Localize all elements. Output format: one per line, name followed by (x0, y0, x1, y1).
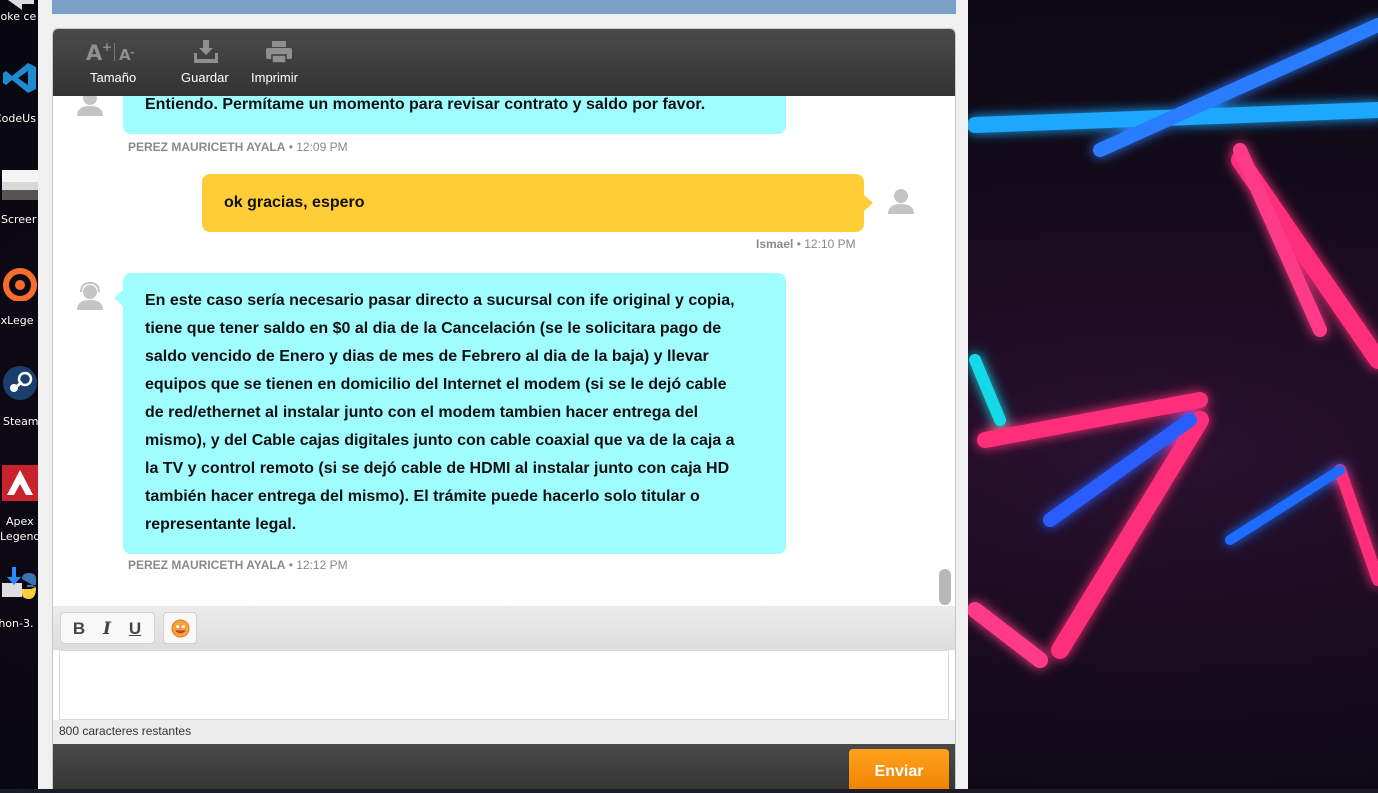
message-meta: Ismael • 12:10 PM (756, 237, 856, 251)
message-line: saldo vencido de Enero y dias de mes de … (145, 348, 709, 365)
message-line: representante legal. (145, 516, 297, 533)
composer-bottom-bar: Enviar (53, 744, 955, 792)
message-input[interactable] (59, 650, 949, 720)
counter-row: 800 caracteres restantes (53, 720, 955, 744)
message-line: también hacer entrega del mismo). El trá… (145, 488, 700, 505)
chat-window: A + A - Tamaño Guardar Imprimir Entiendo… (38, 0, 968, 793)
font-size-label: Tamaño (90, 70, 137, 85)
svg-text:+: + (102, 40, 112, 54)
screen-recorder-icon (2, 170, 38, 200)
send-button[interactable]: Enviar (849, 749, 949, 792)
printer-icon (266, 41, 292, 64)
desktop-icons: yoke ce CodeUs nScreer exLege Steam (0, 0, 40, 793)
message-time: • 12:09 PM (288, 140, 348, 154)
underline-button[interactable]: U (125, 619, 145, 639)
download-icon (194, 40, 218, 63)
font-size-icon: A + A - (86, 40, 135, 65)
message-line: de red/ethernet al instalar junto con el… (145, 404, 699, 421)
message-scrollbar-thumb[interactable] (939, 569, 951, 605)
chat-toolbar: A + A - Tamaño Guardar Imprimir (53, 29, 955, 96)
apex-legends-icon (2, 465, 38, 501)
window-top-bar (52, 0, 956, 14)
message-line: equipos que se tienen en domicilio del I… (145, 376, 727, 393)
user-bubble-tail (864, 195, 873, 211)
vscode-icon (3, 63, 36, 93)
message-time: • 12:10 PM (796, 237, 856, 251)
taskbar-edge (0, 789, 1378, 793)
message-list: Entiendo. Permítame un momento para revi… (53, 96, 955, 606)
user-avatar-icon (888, 189, 914, 214)
emoji-button[interactable] (163, 612, 197, 644)
svg-text:-: - (130, 46, 135, 59)
python-installer-icon (2, 567, 36, 599)
message-line: la TV y control remoto (si se dejó cable… (145, 460, 730, 477)
message-line: tiene que tener saldo en $0 al dia de la… (145, 320, 722, 337)
sender-name: Ismael (756, 237, 794, 251)
user-message-bubble: ok gracias, espero (202, 174, 864, 232)
agent-bubble-tail (114, 290, 123, 306)
agent-headset-avatar-icon (77, 281, 103, 310)
bold-button[interactable]: B (69, 619, 89, 639)
message-meta: PEREZ MAURICETH AYALA • 12:12 PM (128, 558, 348, 572)
message-text: Entiendo. Permítame un momento para revi… (145, 96, 706, 113)
save-label: Guardar (181, 70, 229, 85)
agent-message-bubble: En este caso sería necesario pasar direc… (123, 273, 786, 554)
origin-icon (3, 268, 37, 301)
message-time: • 12:12 PM (288, 558, 348, 572)
message-text: ok gracias, espero (224, 194, 365, 211)
text-format-group: B I U (60, 612, 155, 644)
characters-remaining: 800 caracteres restantes (59, 724, 192, 738)
sender-name: PEREZ MAURICETH AYALA (128, 558, 286, 572)
font-size-button[interactable]: A + A - Tamaño (78, 29, 148, 96)
smiley-icon (171, 619, 190, 638)
agent-avatar-icon (77, 96, 103, 116)
formatting-bar: B I U (53, 606, 955, 650)
sender-name: PEREZ MAURICETH AYALA (128, 140, 286, 154)
print-button[interactable]: Imprimir (247, 29, 313, 96)
chat-panel: A + A - Tamaño Guardar Imprimir Entiendo… (52, 28, 956, 793)
message-line: mismo), y del Cable cajas digitales junt… (145, 432, 735, 449)
message-text: En este caso sería necesario pasar direc… (145, 287, 764, 539)
print-label: Imprimir (251, 70, 298, 85)
steam-icon (3, 366, 37, 400)
message-line: En este caso sería necesario pasar direc… (145, 292, 735, 309)
italic-button[interactable]: I (97, 619, 117, 639)
save-button[interactable]: Guardar (175, 29, 237, 96)
message-meta: PEREZ MAURICETH AYALA • 12:09 PM (128, 140, 348, 154)
svg-text:A: A (86, 41, 103, 65)
agent-message-bubble: Entiendo. Permítame un momento para revi… (123, 96, 786, 134)
